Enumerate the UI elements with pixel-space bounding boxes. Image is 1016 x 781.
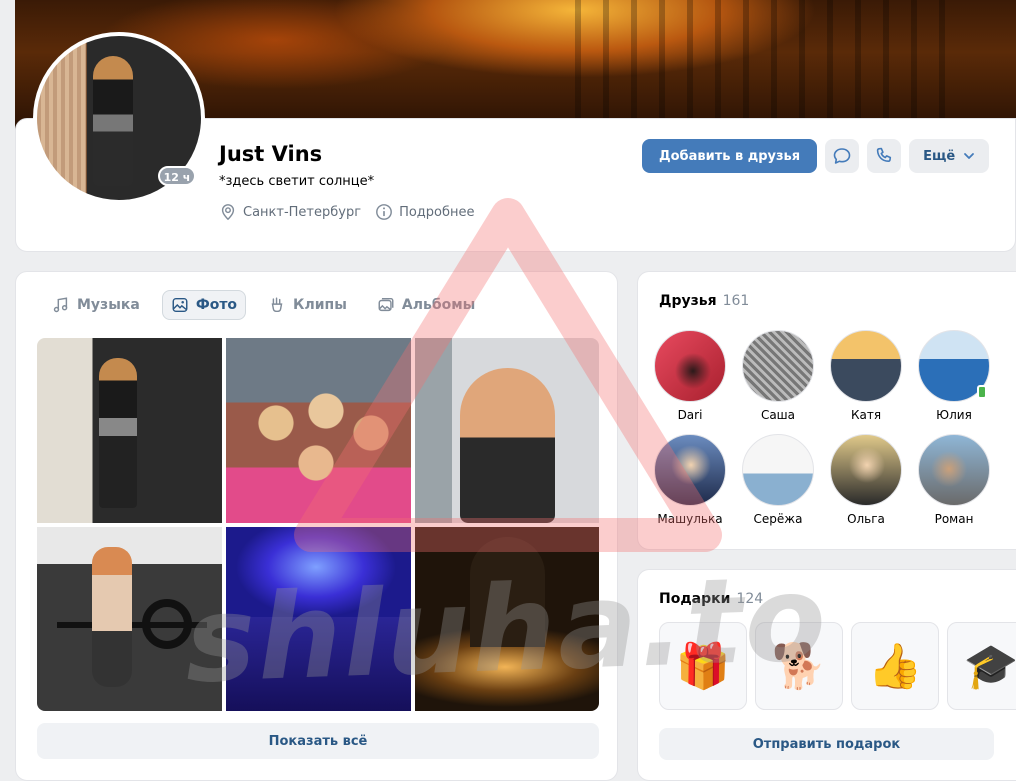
- message-button[interactable]: [825, 139, 860, 173]
- thumbs-up-icon: 👍: [867, 641, 923, 692]
- phone-icon: [876, 147, 892, 162]
- show-all-photos-button[interactable]: Показать всё: [37, 723, 599, 759]
- photo-thumbnail[interactable]: [415, 527, 599, 711]
- music-icon: [53, 297, 68, 313]
- more-label: Ещё: [923, 148, 956, 164]
- friend-item[interactable]: Dari: [654, 330, 726, 422]
- send-gift-button[interactable]: Отправить подарок: [659, 728, 994, 760]
- add-friend-button[interactable]: Добавить в друзья: [642, 139, 818, 173]
- friend-name: Роман: [934, 512, 974, 526]
- gift-box-icon: 🎁: [675, 641, 731, 692]
- profile-details-link[interactable]: Подробнее: [375, 203, 475, 221]
- photo-content: [226, 617, 411, 711]
- gifts-title-label: Подарки: [659, 591, 731, 607]
- tab-albums[interactable]: Альбомы: [369, 290, 483, 320]
- media-block: Музыка Фото Клипы Альбомы Показать всё: [15, 271, 618, 781]
- gift-item[interactable]: 🐕: [755, 622, 843, 710]
- friend-avatar: [830, 434, 902, 506]
- photo-grid: [37, 338, 599, 711]
- tab-photos[interactable]: Фото: [161, 290, 247, 320]
- tab-label: Клипы: [293, 297, 347, 313]
- friend-avatar: [830, 330, 902, 402]
- tab-label: Фото: [195, 297, 238, 313]
- friend-item[interactable]: Катя: [830, 330, 902, 422]
- profile-actions: Добавить в друзья Ещё: [642, 139, 990, 173]
- info-icon: [376, 204, 392, 220]
- friend-item[interactable]: Роман: [918, 434, 990, 526]
- more-button[interactable]: Ещё: [909, 139, 990, 173]
- message-icon: [833, 148, 851, 164]
- friend-name: Катя: [850, 408, 882, 422]
- friend-avatar: [654, 434, 726, 506]
- photo-content: [99, 358, 137, 508]
- albums-icon: [378, 297, 394, 312]
- photo-content: [246, 393, 396, 503]
- friend-item[interactable]: Саша: [742, 330, 814, 422]
- friend-item[interactable]: Юлия: [918, 330, 990, 422]
- photo-thumbnail[interactable]: [37, 527, 222, 711]
- friend-avatar: [742, 330, 814, 402]
- friends-title-label: Друзья: [659, 293, 717, 309]
- friends-count: 161: [722, 293, 750, 309]
- last-seen-badge: 12 ч: [158, 166, 196, 186]
- online-mobile-icon: [977, 385, 987, 399]
- friend-name: Ольга: [847, 512, 885, 526]
- profile-meta: Санкт-Петербург Подробнее: [219, 203, 475, 221]
- tab-clips[interactable]: Клипы: [260, 290, 355, 320]
- friend-name: Машулька: [657, 512, 723, 526]
- city-label: Санкт-Петербург: [243, 204, 362, 220]
- friends-title[interactable]: Друзья 161: [659, 293, 749, 309]
- friend-name: Саша: [760, 408, 796, 422]
- avatar-bg: [37, 36, 87, 200]
- profile-city: Санкт-Петербург: [219, 203, 361, 221]
- gift-item[interactable]: 🎓: [947, 622, 1016, 710]
- tab-label: Альбомы: [401, 297, 476, 313]
- photo-content: [57, 622, 207, 628]
- friends-grid: Dari Саша Катя Юлия Машулька Серёжа Ольг…: [654, 330, 990, 526]
- photo-content: [92, 547, 132, 687]
- dog-sticker-icon: 🐕: [771, 641, 827, 692]
- media-tabs: Музыка Фото Клипы Альбомы: [44, 290, 483, 320]
- photo-content: [470, 537, 545, 647]
- photo-thumbnail[interactable]: [415, 338, 599, 523]
- friend-item[interactable]: Машулька: [654, 434, 726, 526]
- friend-avatar: [918, 434, 990, 506]
- friend-avatar: [654, 330, 726, 402]
- gifts-title[interactable]: Подарки 124: [659, 591, 763, 607]
- chevron-down-icon: [964, 153, 975, 159]
- photo-content: [460, 368, 555, 523]
- gifts-count: 124: [736, 591, 764, 607]
- photo-thumbnail[interactable]: [226, 338, 411, 523]
- gift-item[interactable]: 👍: [851, 622, 939, 710]
- tab-label: Музыка: [77, 297, 140, 313]
- clips-icon: [271, 297, 283, 313]
- photo-thumbnail[interactable]: [226, 527, 411, 711]
- chalkboard-icon: 🎓: [963, 641, 1016, 692]
- gifts-row: 🎁 🐕 👍 🎓: [659, 622, 1016, 710]
- friend-name: Юлия: [936, 408, 972, 422]
- friend-item[interactable]: Ольга: [830, 434, 902, 526]
- profile-name: Just Vins: [219, 142, 323, 166]
- profile-status: *здесь светит солнце*: [219, 174, 375, 189]
- gift-item[interactable]: 🎁: [659, 622, 747, 710]
- friend-item[interactable]: Серёжа: [742, 434, 814, 526]
- friend-avatar: [742, 434, 814, 506]
- avatar-figure: [93, 56, 133, 186]
- friends-block: Друзья 161 Dari Саша Катя Юлия Машулька С…: [637, 271, 1016, 550]
- gifts-block: Подарки 124 🎁 🐕 👍 🎓 Отправить подарок: [637, 569, 1016, 781]
- friend-name: Dari: [677, 408, 703, 422]
- friend-avatar: [918, 330, 990, 402]
- cover-decor: [575, 0, 955, 130]
- location-icon: [221, 204, 235, 221]
- friend-name: Серёжа: [753, 512, 803, 526]
- details-label: Подробнее: [399, 204, 475, 220]
- call-button[interactable]: [867, 139, 902, 173]
- photo-thumbnail[interactable]: [37, 338, 222, 523]
- tab-music[interactable]: Музыка: [44, 290, 148, 320]
- photo-icon: [172, 297, 188, 313]
